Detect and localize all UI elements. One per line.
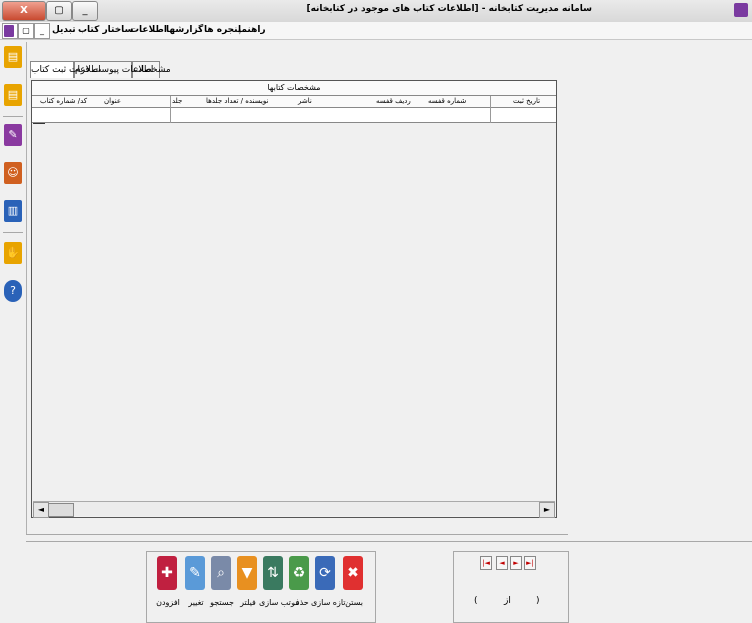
chart-icon[interactable]: ▥ [4,200,22,222]
book-user-icon[interactable]: ✎ [4,124,22,146]
scroll-right-button[interactable]: ► [539,502,555,518]
menu-item-help[interactable]: راهنما [238,25,266,35]
hand-icon[interactable]: ✋ [4,242,22,264]
add-icon: ✚ [157,556,177,590]
column-divider [170,96,171,123]
grid-header: تاریخ ثبت شماره قفسه ردیف قفسه ناشر نویس… [32,96,556,108]
edit-icon: ✎ [185,556,205,590]
users-icon[interactable]: ☺ [4,162,22,184]
close-button[interactable]: ✖ بستن [343,556,365,607]
tab-registration[interactable]: اطلاعات ثبت کتاب [30,61,101,78]
record-navigator: |◄ ◄ ► ►| ( از ) [453,551,569,623]
document-icon [4,25,14,37]
sort-icon: ⇅ [263,556,283,590]
filter-icon: ▼ [237,556,257,590]
previous-record-button[interactable]: ◄ [496,556,508,570]
scroll-left-button[interactable]: ◄ [33,502,49,518]
toolbar-separator [3,116,23,117]
books-icon[interactable]: ▤ [4,46,22,68]
refresh-button[interactable]: ⟳ تازه سازی [311,556,346,607]
column-header-title[interactable]: عنوان [104,96,121,107]
column-header-publisher[interactable]: ناشر [298,96,312,107]
horizontal-scrollbar[interactable]: ◄ ► [33,501,555,518]
delete-button[interactable]: ♻ حذف [289,556,311,607]
mdi-minimize-icon[interactable]: _ [34,23,50,39]
divider [26,541,752,542]
window-minimize-button[interactable]: _ [72,1,98,21]
mdi-restore-icon[interactable]: ▢ [18,23,34,39]
window-close-button[interactable]: X [2,1,46,21]
help-icon[interactable]: ? [4,280,22,302]
refresh-label: تازه سازی [311,598,346,607]
delete-icon: ♻ [289,556,309,590]
row-indicator [33,123,45,124]
window-title: سامانه مدیریت کتابخانه - [اطلاعات کتاب ه… [306,4,592,14]
edit-button[interactable]: ✎ تغییر [185,556,207,607]
title-bar: X ▢ _ سامانه مدیریت کتابخانه - [اطلاعات … [0,0,752,23]
menu-item-reports[interactable]: گزارشها [166,25,203,35]
menu-item-information[interactable]: اطلاعات [130,25,167,35]
app-icon [734,3,748,17]
column-header-shelf-number[interactable]: شماره قفسه [428,96,466,107]
grid-caption: مشخصات کتابها [32,81,556,96]
window-maximize-button[interactable]: ▢ [46,1,72,21]
divider [26,534,568,535]
close-icon: ✖ [343,556,363,590]
column-divider [490,96,491,123]
record-total: ) [536,596,540,606]
search-button[interactable]: ⌕ جستجو [210,556,234,607]
filter-button[interactable]: ▼ فیلتر [237,556,259,607]
book-stack-icon[interactable]: ▤ [4,84,22,106]
close-label: بستن [345,598,363,607]
column-header-book-code[interactable]: کد/ شماره کتاب [40,96,87,107]
add-label: افزودن [156,598,180,607]
menu-item-windows[interactable]: پنجره ها [204,25,241,35]
search-icon: ⌕ [211,556,231,590]
record-separator: از [504,596,511,606]
table-row[interactable] [32,108,556,123]
column-header-volume[interactable]: جلد [172,96,182,107]
action-toolbar: ✚ افزودن ✎ تغییر ⌕ جستجو ▼ فیلتر ⇅ مرتب … [146,551,376,623]
menu-bar: x ▢ _ تبدیل ساختار کتاب اطلاعات گزارشها … [0,22,752,40]
column-header-date[interactable]: تاریخ ثبت [513,96,540,107]
refresh-icon: ⟳ [315,556,335,590]
column-header-shelf-row[interactable]: ردیف قفسه [376,96,411,107]
column-header-author-volumes[interactable]: نویسنده / تعداد جلدها [206,96,268,107]
books-grid[interactable]: مشخصات کتابها تاریخ ثبت شماره قفسه ردیف … [31,80,557,518]
add-button[interactable]: ✚ افزودن [156,556,180,607]
menu-item-convert[interactable]: تبدیل [52,25,76,35]
toolbar-separator [3,232,23,233]
last-record-button[interactable]: ►| [524,556,536,570]
sort-button[interactable]: ⇅ مرتب سازی [259,556,300,607]
next-record-button[interactable]: ► [510,556,522,570]
record-position: ( [474,596,478,606]
first-record-button[interactable]: |◄ [480,556,492,570]
menu-item-book-structure[interactable]: ساختار کتاب [78,25,133,35]
scroll-thumb[interactable] [48,503,74,517]
